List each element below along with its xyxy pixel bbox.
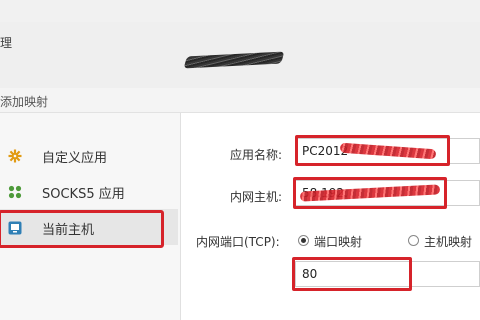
dialog-title: 添加映射 <box>0 95 49 109</box>
radio-host-mapping[interactable] <box>408 235 419 246</box>
sidebar-item-custom-app[interactable]: 自定义应用 <box>0 137 178 173</box>
sidebar-item-label: 自定义应用 <box>42 151 108 166</box>
sidebar: 自定义应用 SOCKS5 应用 当前主机 <box>0 113 181 320</box>
window-title-bar <box>0 0 480 22</box>
gear-icon <box>8 149 22 163</box>
app-name-highlight <box>295 135 450 166</box>
port-highlight <box>292 257 412 291</box>
sidebar-item-label: SOCKS5 应用 <box>42 187 125 202</box>
socks-dots-icon <box>8 185 22 199</box>
toolbar: 理 <box>0 22 480 117</box>
radio-host-mapping-label: 主机映射 <box>424 235 473 249</box>
redacted-title-scribble <box>183 51 285 69</box>
toolbar-title-fragment: 理 <box>0 36 13 50</box>
radio-port-mapping[interactable] <box>298 235 309 246</box>
selected-item-highlight <box>0 210 164 248</box>
radio-port-mapping-label: 端口映射 <box>314 235 363 249</box>
port-label: 内网端口(TCP): <box>196 235 280 249</box>
host-highlight <box>293 177 447 209</box>
sidebar-item-socks5-app[interactable]: SOCKS5 应用 <box>0 173 178 209</box>
app-name-label: 应用名称: <box>230 148 283 162</box>
host-label: 内网主机: <box>230 190 283 204</box>
dialog-title-bar: 添加映射 <box>0 88 480 113</box>
